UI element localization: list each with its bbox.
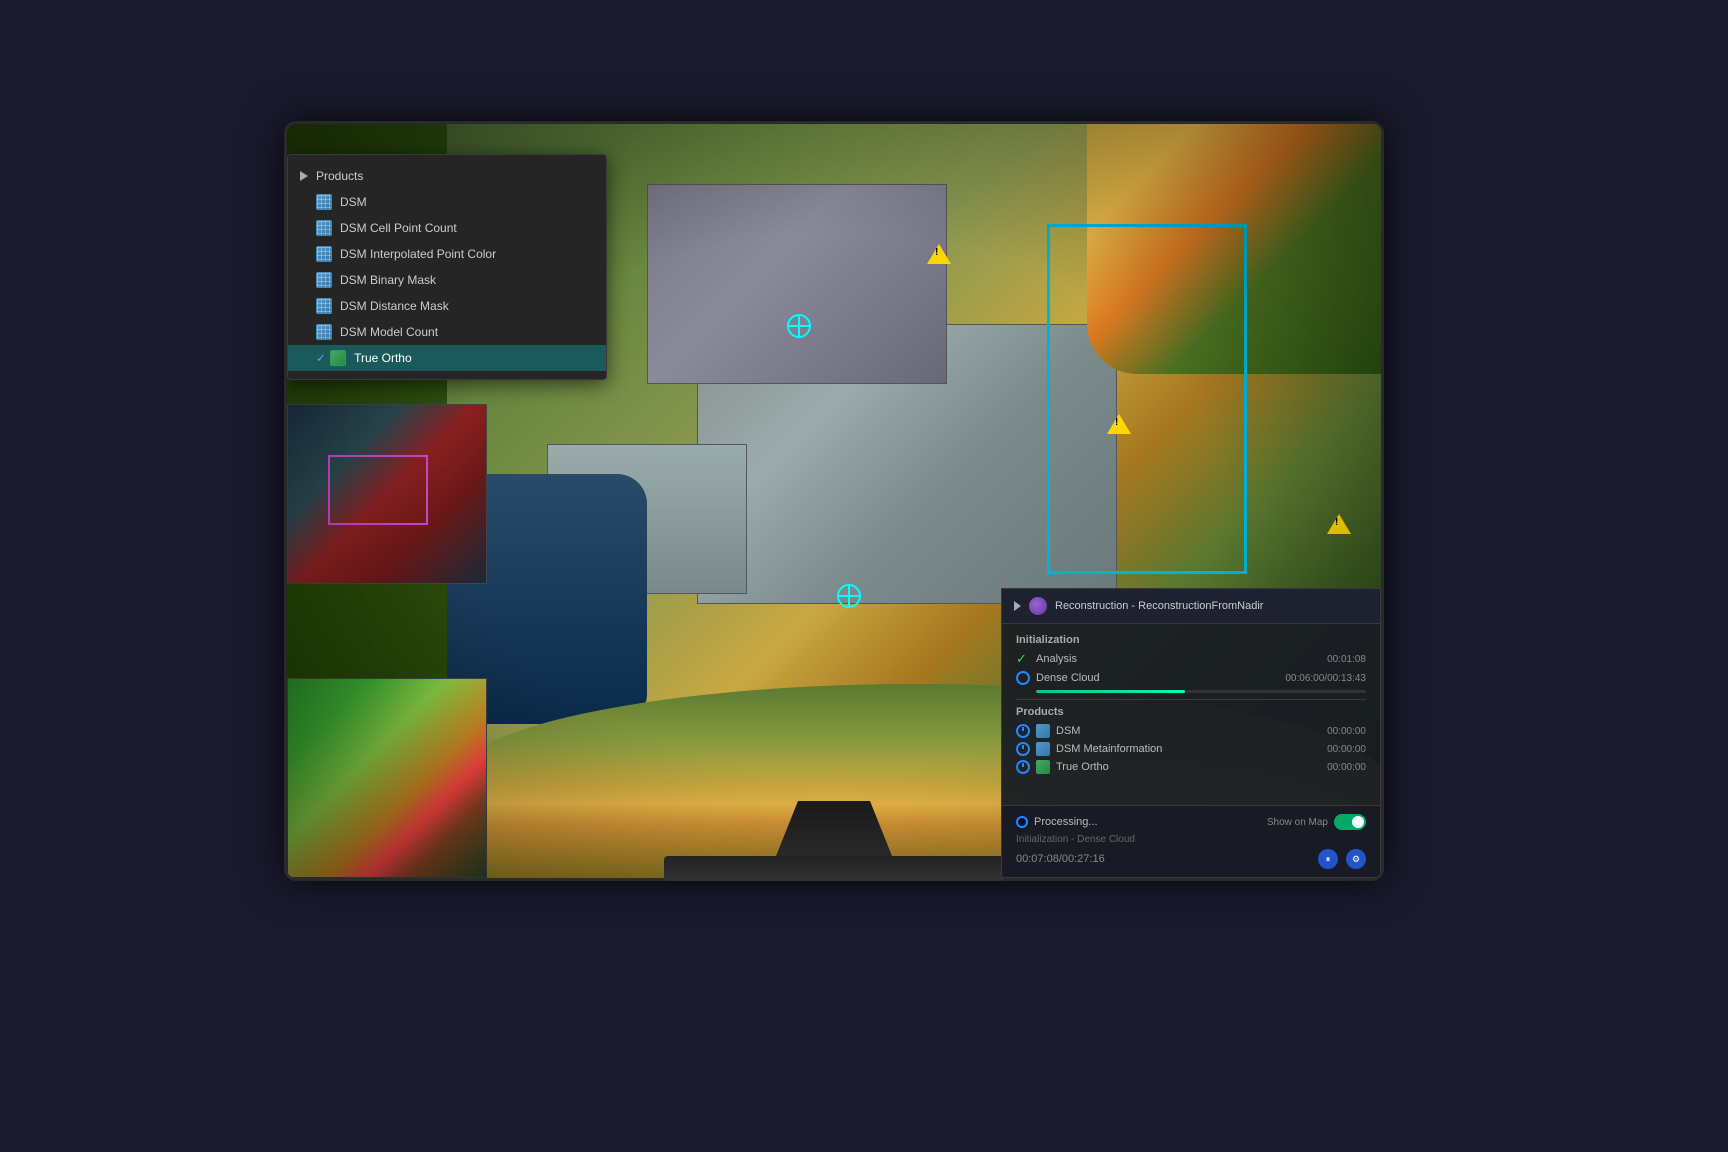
product-dsm-meta-label: DSM Metainformation — [1056, 743, 1162, 755]
show-on-map-label: Show on Map — [1267, 817, 1328, 828]
show-on-map-control: Show on Map — [1267, 814, 1366, 830]
thumbnail-false-color — [287, 404, 487, 584]
dense-cloud-row: Dense Cloud 00:06:00/00:13:43 — [1016, 671, 1366, 685]
warning-marker-1 — [927, 244, 951, 264]
product-dsm-time: 00:00:00 — [1327, 726, 1366, 737]
processing-panel: Reconstruction - ReconstructionFromNadir… — [1001, 588, 1381, 878]
divider-1 — [1016, 699, 1366, 700]
processing-text: Processing... — [1034, 816, 1098, 828]
initialization-title: Initialization — [1016, 634, 1366, 646]
building-roof — [647, 184, 947, 384]
dsm-model-label: DSM Model Count — [340, 325, 438, 339]
products-title: Products — [1016, 706, 1366, 718]
dropdown-item-dsm[interactable]: DSM — [288, 189, 606, 215]
product-true-ortho-time: 00:00:00 — [1327, 762, 1366, 773]
product-true-ortho-left: True Ortho — [1016, 760, 1109, 774]
check-complete-icon: ✓ — [1016, 652, 1030, 666]
dsm-cell-label: DSM Cell Point Count — [340, 221, 457, 235]
warning-marker-3 — [1327, 514, 1351, 534]
reconstruction-icon — [1029, 597, 1047, 615]
dropdown-item-dsm-cell[interactable]: DSM Cell Point Count — [288, 215, 606, 241]
dropdown-item-dsm-model[interactable]: DSM Model Count — [288, 319, 606, 345]
pause-icon: ⏸ — [1326, 854, 1331, 865]
processing-status-dot — [1016, 816, 1028, 828]
product-true-ortho-icon — [1036, 760, 1050, 774]
product-true-ortho-row: True Ortho 00:00:00 — [1016, 760, 1366, 774]
dsm-cell-icon — [316, 220, 332, 236]
crosshair-2 — [837, 584, 861, 608]
product-dsm-icon — [1036, 724, 1050, 738]
product-dsm-meta-icon — [1036, 742, 1050, 756]
dropdown-header: Products — [288, 163, 606, 189]
monitor-screen: Products DSM DSM Cell Point Count DSM In… — [284, 121, 1384, 881]
dsm-label: DSM — [340, 195, 367, 209]
analysis-label: Analysis — [1036, 653, 1077, 665]
init-phase-label: Initialization - Dense Cloud — [1016, 834, 1366, 845]
dense-cloud-progress-bar — [1036, 690, 1366, 693]
panel-body: Initialization ✓ Analysis 00:01:08 — [1002, 624, 1380, 788]
pause-button[interactable]: ⏸ — [1318, 849, 1338, 869]
product-dsm-meta-row: DSM Metainformation 00:00:00 — [1016, 742, 1366, 756]
panel-title: Reconstruction - ReconstructionFromNadir — [1055, 600, 1263, 612]
product-dsm-meta-left: DSM Metainformation — [1016, 742, 1162, 756]
dsm-distance-icon — [316, 298, 332, 314]
collapse-icon[interactable] — [300, 171, 308, 181]
check-icon: ✓ — [316, 351, 326, 365]
settings-icon: ⚙ — [1352, 854, 1360, 865]
control-buttons: ⏸ ⚙ — [1318, 849, 1366, 869]
product-dsm-meta-time: 00:00:00 — [1327, 744, 1366, 755]
dsm-icon — [316, 194, 332, 210]
dense-cloud-time: 00:06:00/00:13:43 — [1285, 673, 1366, 684]
dsm-binary-label: DSM Binary Mask — [340, 273, 436, 287]
warning-marker-2 — [1107, 414, 1131, 434]
settings-button[interactable]: ⚙ — [1346, 849, 1366, 869]
dsm-model-icon — [316, 324, 332, 340]
blue-selection-outline — [1047, 224, 1247, 574]
clock-icon-dsm-meta — [1016, 742, 1030, 756]
analysis-left: ✓ Analysis — [1016, 652, 1077, 666]
dense-cloud-label: Dense Cloud — [1036, 672, 1100, 684]
dsm-color-label: DSM Interpolated Point Color — [340, 247, 496, 261]
dsm-binary-icon — [316, 272, 332, 288]
dropdown-title: Products — [316, 169, 363, 183]
processing-status-row: Processing... Show on Map — [1016, 814, 1366, 830]
progress-fill — [1036, 690, 1185, 693]
products-dropdown: Products DSM DSM Cell Point Count DSM In… — [287, 154, 607, 380]
true-ortho-label: True Ortho — [354, 351, 412, 365]
dense-cloud-left: Dense Cloud — [1016, 671, 1100, 685]
crosshair-1 — [787, 314, 811, 338]
monitor-base — [664, 856, 1004, 881]
clock-icon-dsm — [1016, 724, 1030, 738]
true-ortho-icon — [330, 350, 346, 366]
scene: Products DSM DSM Cell Point Count DSM In… — [164, 101, 1564, 1051]
product-dsm-row: DSM 00:00:00 — [1016, 724, 1366, 738]
dropdown-item-dsm-binary[interactable]: DSM Binary Mask — [288, 267, 606, 293]
crosshair-circle-2 — [837, 584, 861, 608]
dsm-distance-label: DSM Distance Mask — [340, 299, 449, 313]
product-dsm-left: DSM — [1016, 724, 1080, 738]
panel-header: Reconstruction - ReconstructionFromNadir — [1002, 589, 1380, 624]
clock-icon-true-ortho — [1016, 760, 1030, 774]
show-on-map-toggle[interactable] — [1334, 814, 1366, 830]
analysis-row: ✓ Analysis 00:01:08 — [1016, 652, 1366, 666]
processing-spinner-icon — [1016, 671, 1030, 685]
dropdown-item-dsm-distance[interactable]: DSM Distance Mask — [288, 293, 606, 319]
dropdown-item-true-ortho[interactable]: ✓ True Ortho — [288, 345, 606, 371]
timer-text: 00:07:08/00:27:16 — [1016, 853, 1105, 865]
timer-row: 00:07:08/00:27:16 ⏸ ⚙ — [1016, 849, 1366, 869]
crosshair-circle-1 — [787, 314, 811, 338]
product-dsm-label: DSM — [1056, 725, 1080, 737]
thumbnail-vector — [287, 678, 487, 878]
processing-label: Processing... — [1016, 816, 1098, 828]
monitor: Products DSM DSM Cell Point Count DSM In… — [284, 121, 1444, 941]
analysis-time: 00:01:08 — [1327, 654, 1366, 665]
processing-footer: Processing... Show on Map Initialization… — [1002, 805, 1380, 877]
product-true-ortho-label: True Ortho — [1056, 761, 1109, 773]
purple-outline — [328, 455, 428, 525]
dsm-color-icon — [316, 246, 332, 262]
dropdown-item-dsm-color[interactable]: DSM Interpolated Point Color — [288, 241, 606, 267]
panel-collapse-icon[interactable] — [1014, 601, 1021, 611]
